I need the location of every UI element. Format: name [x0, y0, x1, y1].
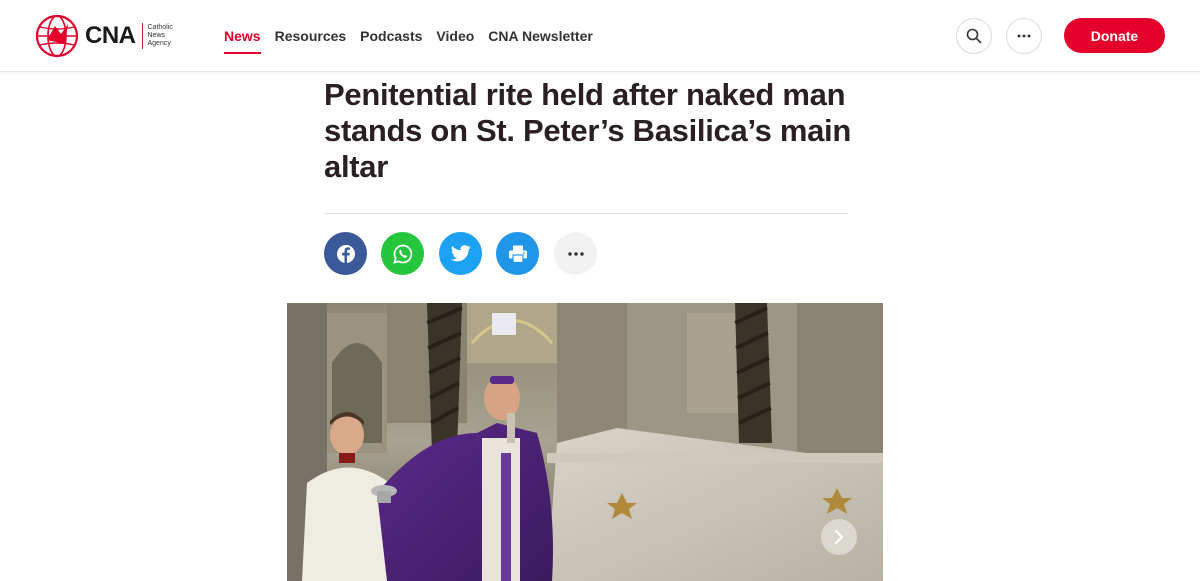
- nav-item-resources[interactable]: Resources: [275, 0, 347, 72]
- search-icon: [966, 28, 982, 44]
- whatsapp-icon: [392, 244, 412, 264]
- basilica-altar-photo: [287, 303, 883, 581]
- share-facebook-button[interactable]: [324, 232, 367, 275]
- logo-divider: [141, 23, 143, 49]
- main-nav: News Resources Podcasts Video CNA Newsle…: [224, 0, 607, 72]
- globe-logo-icon: [35, 14, 79, 58]
- nav-item-news[interactable]: News: [224, 0, 261, 72]
- donate-button[interactable]: Donate: [1064, 18, 1165, 53]
- more-menu-button[interactable]: [1006, 18, 1042, 54]
- share-print-button[interactable]: [496, 232, 539, 275]
- logo-sub-line3: Agency: [147, 40, 171, 47]
- chevron-right-icon: [835, 530, 843, 544]
- site-header: CNA Catholic News Agency News Resources …: [0, 0, 1200, 72]
- share-whatsapp-button[interactable]: [381, 232, 424, 275]
- nav-item-podcasts[interactable]: Podcasts: [360, 0, 422, 72]
- logo-sub-line2: News: [147, 32, 166, 39]
- more-horizontal-icon: [567, 251, 584, 256]
- gallery-next-button[interactable]: [821, 519, 857, 555]
- logo-sub-line1: Catholic: [147, 24, 173, 31]
- share-twitter-button[interactable]: [439, 232, 482, 275]
- nav-item-video[interactable]: Video: [436, 0, 474, 72]
- share-more-button[interactable]: [554, 232, 597, 275]
- nav-item-newsletter[interactable]: CNA Newsletter: [488, 0, 593, 72]
- article-hero-image[interactable]: [287, 303, 883, 581]
- headline-divider: [324, 213, 848, 214]
- search-button[interactable]: [956, 18, 992, 54]
- twitter-icon: [450, 245, 471, 262]
- logo-subtitle: Catholic News Agency: [148, 24, 173, 48]
- cna-logo[interactable]: CNA Catholic News Agency: [35, 14, 173, 58]
- facebook-icon: [336, 244, 355, 263]
- article-headline: Penitential rite held after naked man st…: [324, 77, 852, 184]
- print-icon: [508, 245, 527, 263]
- logo-wordmark: CNA: [85, 22, 136, 49]
- more-horizontal-icon: [1017, 34, 1031, 38]
